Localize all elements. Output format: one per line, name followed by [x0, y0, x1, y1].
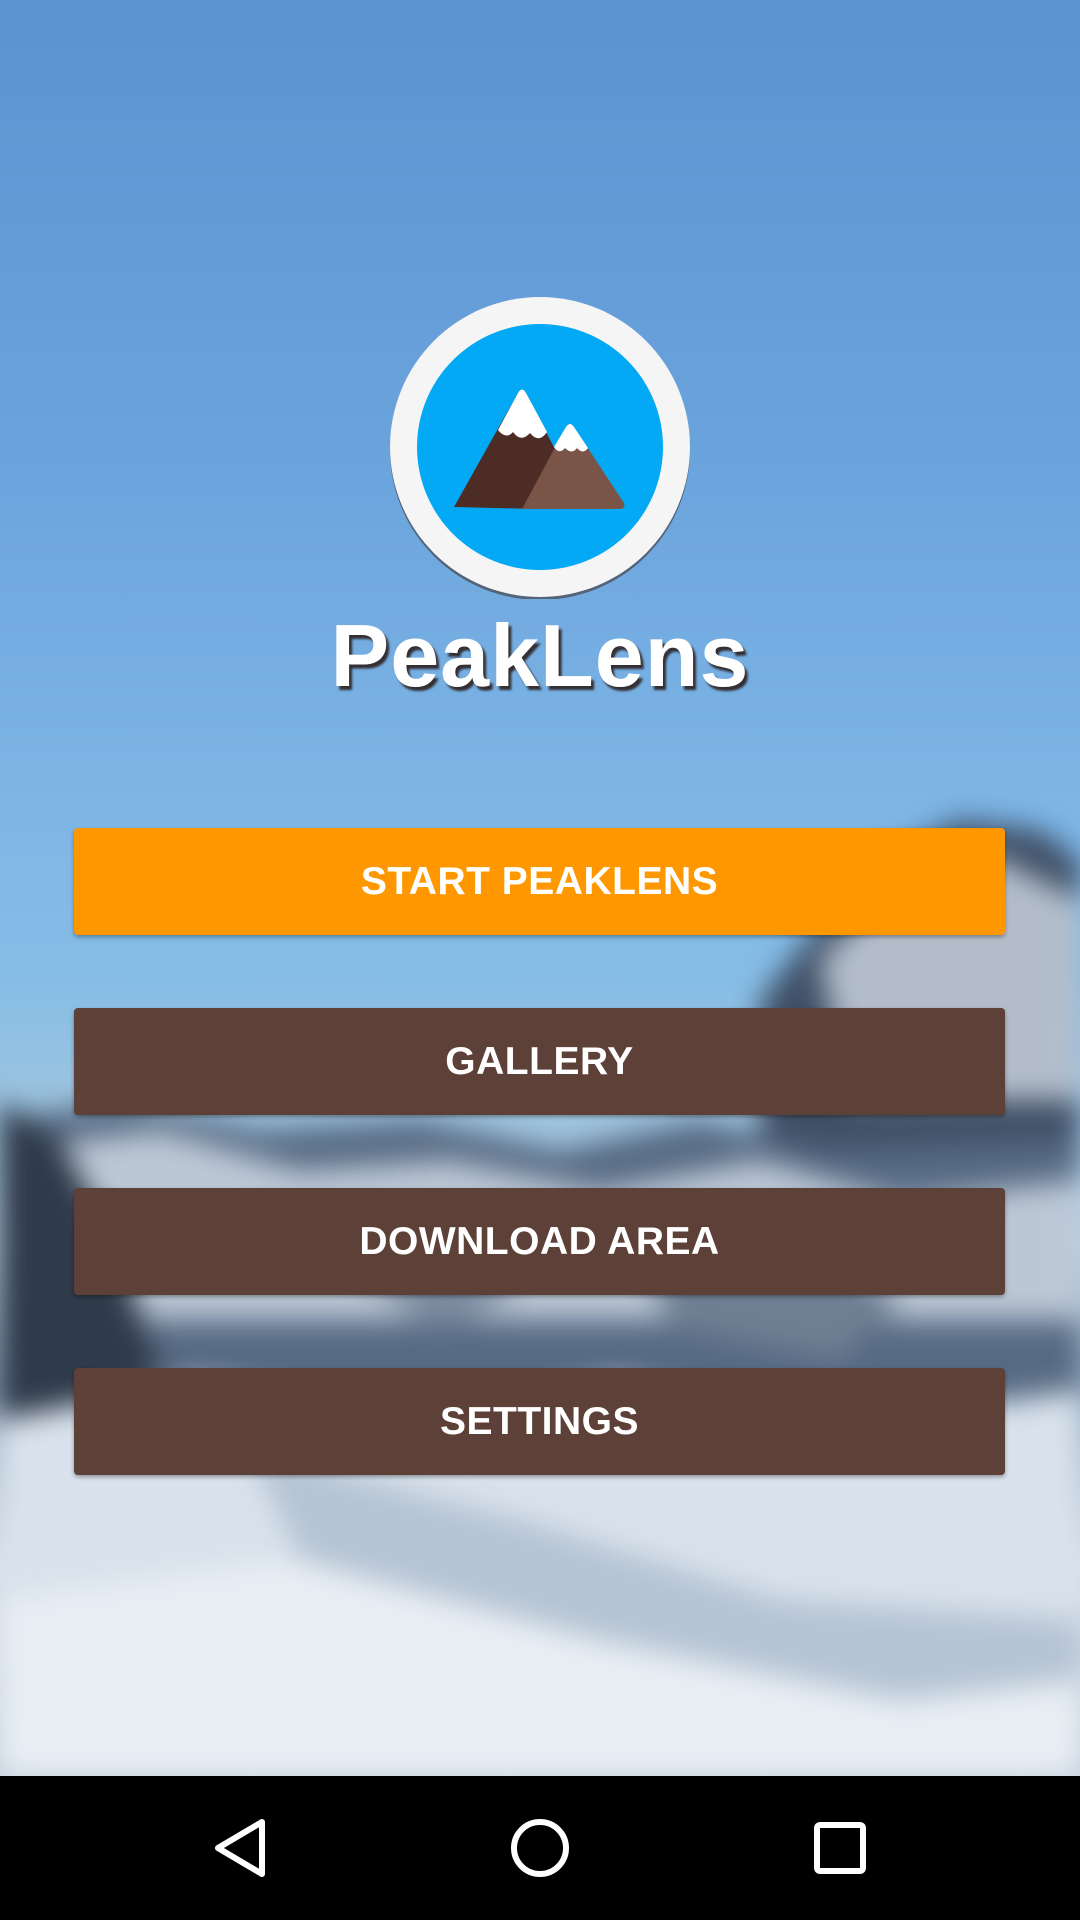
system-navigation-bar	[0, 1776, 1080, 1920]
nav-home-button[interactable]	[490, 1798, 590, 1898]
download-area-button[interactable]: DOWNLOAD AREA	[74, 1188, 1005, 1295]
mountain-logo-icon	[390, 297, 690, 600]
back-triangle-icon	[215, 1819, 265, 1877]
nav-back-button[interactable]	[190, 1798, 290, 1898]
app-logo	[389, 297, 691, 600]
home-circle-icon	[511, 1819, 569, 1877]
gallery-button[interactable]: GALLERY	[74, 1008, 1005, 1115]
nav-recents-button[interactable]	[790, 1798, 890, 1898]
recents-square-icon	[814, 1822, 866, 1874]
app-title: PeakLens	[330, 606, 750, 705]
screen: PeakLens START PEAKLENS GALLERY DOWNLOAD…	[0, 0, 1080, 1920]
start-peaklens-button[interactable]: START PEAKLENS	[74, 828, 1005, 935]
settings-button[interactable]: SETTINGS	[74, 1368, 1005, 1475]
